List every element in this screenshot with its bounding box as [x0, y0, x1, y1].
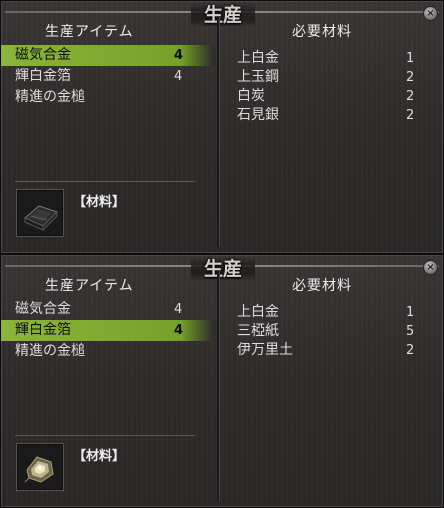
material-name: 白炭	[237, 88, 265, 104]
item-qty: 4	[174, 323, 184, 338]
production-item-jiki-goukin[interactable]: 磁気合金 4	[1, 299, 215, 320]
material-row: 三椏紙 5	[237, 322, 427, 341]
production-item-list: 磁気合金 4 輝白金箔 4 精進の金槌	[1, 45, 215, 108]
column-divider	[217, 271, 219, 501]
material-name: 上白金	[237, 50, 279, 66]
gold-foil-icon	[16, 443, 64, 491]
dark-ingot-icon	[16, 189, 64, 237]
production-item-jiki-goukin[interactable]: 磁気合金 4	[1, 45, 215, 66]
item-qty: 4	[174, 302, 183, 317]
material-row: 石見銀 2	[237, 106, 427, 125]
production-window-2: 生産 × 生産アイテム 必要材料 磁気合金 4 輝白金箔 4 精進の金槌 上白金…	[0, 254, 444, 508]
material-qty: 2	[406, 70, 415, 85]
item-qty: 4	[174, 69, 183, 84]
info-divider	[15, 435, 195, 436]
window-title: 生産	[191, 257, 255, 281]
items-header: 生産アイテム	[45, 24, 134, 40]
material-name: 石見銀	[237, 107, 279, 123]
production-window-1: 生産 × 生産アイテム 必要材料 磁気合金 4 輝白金箔 4 精進の金槌 上白金…	[0, 0, 444, 254]
material-name: 三椏紙	[237, 323, 279, 339]
item-qty: 4	[174, 48, 184, 63]
item-name: 精進の金槌	[15, 343, 85, 359]
production-item-shoujin-kanazuchi[interactable]: 精進の金槌	[1, 341, 215, 362]
material-qty: 1	[406, 305, 415, 320]
materials-header: 必要材料	[292, 278, 352, 294]
material-row: 上白金 1	[237, 49, 427, 68]
production-item-kihaku-kinpaku[interactable]: 輝白金箔 4	[1, 320, 215, 341]
item-name: 磁気合金	[15, 301, 71, 317]
material-qty: 5	[406, 324, 415, 339]
item-name: 磁気合金	[15, 47, 71, 63]
materials-header: 必要材料	[292, 24, 352, 40]
material-name: 上白金	[237, 304, 279, 320]
column-divider	[217, 17, 219, 247]
window-title: 生産	[191, 3, 255, 27]
production-item-kihaku-kinpaku[interactable]: 輝白金箔 4	[1, 66, 215, 87]
material-qty: 1	[406, 51, 415, 66]
material-row: 伊万里土 2	[237, 341, 427, 360]
close-icon[interactable]: ×	[423, 260, 438, 275]
item-name: 輝白金箔	[15, 68, 71, 84]
material-row: 上玉鋼 2	[237, 68, 427, 87]
required-materials-list: 上白金 1 上玉鋼 2 白炭 2 石見銀 2	[237, 49, 427, 125]
item-name: 輝白金箔	[15, 322, 71, 338]
material-qty: 2	[406, 108, 415, 123]
item-type-label: 【材料】	[73, 195, 126, 210]
material-name: 伊万里土	[237, 342, 293, 358]
material-row: 上白金 1	[237, 303, 427, 322]
required-materials-list: 上白金 1 三椏紙 5 伊万里土 2	[237, 303, 427, 360]
material-row: 白炭 2	[237, 87, 427, 106]
production-item-shoujin-kanazuchi[interactable]: 精進の金槌	[1, 87, 215, 108]
production-item-list: 磁気合金 4 輝白金箔 4 精進の金槌	[1, 299, 215, 362]
item-type-label: 【材料】	[73, 449, 126, 464]
item-name: 精進の金槌	[15, 89, 85, 105]
material-qty: 2	[406, 343, 415, 358]
info-divider	[15, 181, 195, 182]
close-icon[interactable]: ×	[423, 6, 438, 21]
material-qty: 2	[406, 89, 415, 104]
material-name: 上玉鋼	[237, 69, 279, 85]
items-header: 生産アイテム	[45, 278, 134, 294]
